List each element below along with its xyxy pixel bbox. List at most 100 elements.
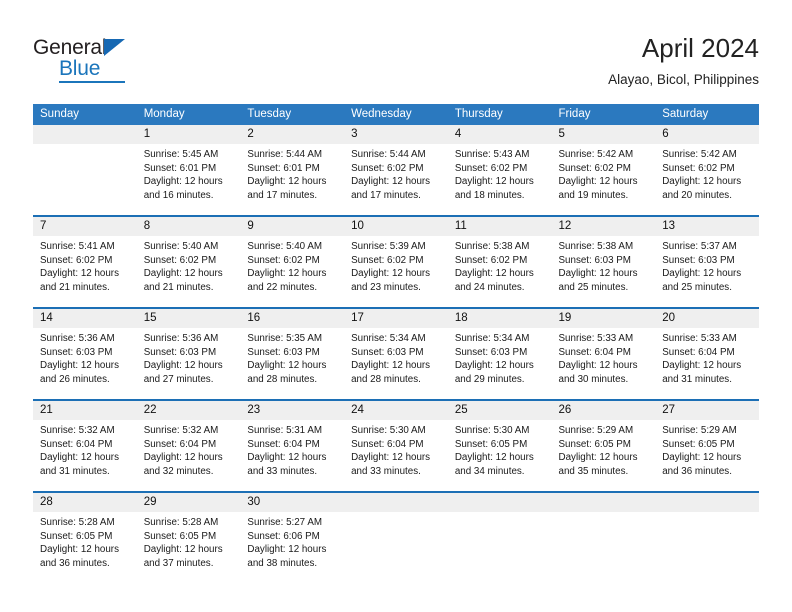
day-detail-line: Sunset: 6:04 PM <box>662 346 735 358</box>
day-cell[interactable]: Sunrise: 5:45 AM Sunset: 6:01 PM Daylight:… <box>137 144 241 212</box>
day-cell[interactable]: Sunrise: 5:30 AM Sunset: 6:04 PM Daylight:… <box>344 420 448 488</box>
day-detail-line: and 17 minutes. <box>247 189 318 201</box>
day-cell[interactable]: Sunrise: 5:28 AM Sunset: 6:05 PM Daylight:… <box>33 512 137 580</box>
day-detail-line: Daylight: 12 hours <box>143 452 223 464</box>
day-detail-line: Daylight: 12 hours <box>247 268 327 280</box>
day-number[interactable]: 5 <box>552 125 656 144</box>
day-number[interactable]: 23 <box>240 401 344 420</box>
day-number[interactable]: 3 <box>344 125 448 144</box>
day-detail-line: Sunrise: 5:36 AM <box>40 333 115 344</box>
day-number[interactable]: 18 <box>448 309 552 328</box>
day-cell[interactable]: Sunrise: 5:40 AM Sunset: 6:02 PM Daylight:… <box>137 236 241 304</box>
weekday-header-row: Sunday Monday Tuesday Wednesday Thursday… <box>33 104 759 125</box>
day-detail-line: and 24 minutes. <box>454 281 525 293</box>
day-number[interactable]: 20 <box>655 309 759 328</box>
day-cell[interactable]: Sunrise: 5:36 AM Sunset: 6:03 PM Daylight:… <box>33 328 137 396</box>
day-number[interactable]: 17 <box>344 309 448 328</box>
day-cell[interactable]: Sunrise: 5:33 AM Sunset: 6:04 PM Daylight:… <box>655 328 759 396</box>
day-number[interactable]: 28 <box>33 493 137 512</box>
day-detail-line: Sunset: 6:02 PM <box>40 254 113 266</box>
day-number[interactable]: 16 <box>240 309 344 328</box>
day-cell[interactable]: Sunrise: 5:38 AM Sunset: 6:03 PM Daylight:… <box>552 236 656 304</box>
day-cell[interactable]: Sunrise: 5:33 AM Sunset: 6:04 PM Daylight:… <box>552 328 656 396</box>
day-cell[interactable]: Sunrise: 5:40 AM Sunset: 6:02 PM Daylight:… <box>240 236 344 304</box>
day-detail-line: Daylight: 12 hours <box>662 268 742 280</box>
general-blue-logo: General Blue <box>33 36 163 83</box>
day-detail-line: Sunset: 6:04 PM <box>351 438 424 450</box>
day-number[interactable]: 8 <box>137 217 241 236</box>
day-cell[interactable]: Sunrise: 5:36 AM Sunset: 6:03 PM Daylight:… <box>137 328 241 396</box>
day-number[interactable]: 22 <box>137 401 241 420</box>
day-detail-line: Sunset: 6:04 PM <box>558 346 631 358</box>
day-number[interactable]: 10 <box>344 217 448 236</box>
week-spacer <box>33 580 759 583</box>
day-number[interactable]: 9 <box>240 217 344 236</box>
day-detail-line: and 22 minutes. <box>247 281 318 293</box>
day-detail-line: and 23 minutes. <box>351 281 421 293</box>
day-number[interactable]: 2 <box>240 125 344 144</box>
day-cell[interactable]: Sunrise: 5:30 AM Sunset: 6:05 PM Daylight:… <box>448 420 552 488</box>
day-number[interactable]: 26 <box>552 401 656 420</box>
day-detail-line: Sunset: 6:05 PM <box>558 438 631 450</box>
day-detail-line: Daylight: 12 hours <box>247 360 327 372</box>
day-number[interactable]: 27 <box>655 401 759 420</box>
day-detail-line: Sunset: 6:02 PM <box>351 254 424 266</box>
day-cell[interactable]: Sunrise: 5:39 AM Sunset: 6:02 PM Daylight:… <box>344 236 448 304</box>
day-number[interactable]: 24 <box>344 401 448 420</box>
day-number[interactable]: 14 <box>33 309 137 328</box>
day-number[interactable]: 11 <box>448 217 552 236</box>
day-cell[interactable]: Sunrise: 5:29 AM Sunset: 6:05 PM Daylight:… <box>552 420 656 488</box>
calendar-week-row: 1 2 3 4 5 6 Sunrise: 5:45 AM Sunset: 6:01 PM Day… <box>33 125 759 212</box>
day-number[interactable]: 29 <box>137 493 241 512</box>
day-number[interactable]: 1 <box>137 125 241 144</box>
day-detail-line: Daylight: 12 hours <box>558 176 638 188</box>
day-detail-line: Sunrise: 5:36 AM <box>143 333 219 344</box>
day-detail-line: Sunrise: 5:32 AM <box>40 425 115 436</box>
day-detail-line: Sunrise: 5:29 AM <box>662 425 737 436</box>
day-cell[interactable]: Sunrise: 5:35 AM Sunset: 6:03 PM Daylight:… <box>240 328 344 396</box>
day-cell[interactable]: Sunrise: 5:41 AM Sunset: 6:02 PM Daylight:… <box>33 236 137 304</box>
day-detail-line: Sunrise: 5:38 AM <box>454 241 530 252</box>
day-number[interactable]: 15 <box>137 309 241 328</box>
day-cell[interactable]: Sunrise: 5:37 AM Sunset: 6:03 PM Daylight:… <box>655 236 759 304</box>
day-cell[interactable]: Sunrise: 5:38 AM Sunset: 6:02 PM Daylight:… <box>448 236 552 304</box>
day-detail-line: Daylight: 12 hours <box>40 268 119 280</box>
day-cell[interactable]: Sunrise: 5:31 AM Sunset: 6:04 PM Daylight:… <box>240 420 344 488</box>
day-detail-line: Daylight: 12 hours <box>351 360 431 372</box>
day-detail-line: Sunset: 6:04 PM <box>247 438 320 450</box>
day-number[interactable]: 21 <box>33 401 137 420</box>
day-cell[interactable]: Sunrise: 5:44 AM Sunset: 6:02 PM Daylight:… <box>344 144 448 212</box>
day-detail-line: Sunset: 6:06 PM <box>247 530 320 542</box>
day-detail-line: Sunrise: 5:44 AM <box>351 149 426 160</box>
day-cell[interactable]: Sunrise: 5:42 AM Sunset: 6:02 PM Daylight:… <box>552 144 656 212</box>
day-detail-line: Sunset: 6:03 PM <box>662 254 735 266</box>
day-number[interactable]: 25 <box>448 401 552 420</box>
day-cell[interactable]: Sunrise: 5:27 AM Sunset: 6:06 PM Daylight:… <box>240 512 344 580</box>
day-number-band: 123456 <box>33 125 759 144</box>
day-number[interactable]: 12 <box>552 217 656 236</box>
day-cell[interactable]: Sunrise: 5:44 AM Sunset: 6:01 PM Daylight:… <box>240 144 344 212</box>
day-cell-empty <box>344 512 448 580</box>
day-number[interactable]: 19 <box>552 309 656 328</box>
day-cell[interactable]: Sunrise: 5:43 AM Sunset: 6:02 PM Daylight:… <box>448 144 552 212</box>
day-detail-line: and 25 minutes. <box>558 281 629 293</box>
day-cell[interactable]: Sunrise: 5:29 AM Sunset: 6:05 PM Daylight:… <box>655 420 759 488</box>
day-detail-line: Daylight: 12 hours <box>454 176 534 188</box>
day-cell[interactable]: Sunrise: 5:34 AM Sunset: 6:03 PM Daylight:… <box>448 328 552 396</box>
day-cell[interactable]: Sunrise: 5:32 AM Sunset: 6:04 PM Daylight:… <box>33 420 137 488</box>
day-number[interactable]: 6 <box>655 125 759 144</box>
day-detail-line: Daylight: 12 hours <box>351 452 431 464</box>
day-number[interactable]: 13 <box>655 217 759 236</box>
day-detail-line: Daylight: 12 hours <box>351 176 431 188</box>
day-detail-line: and 31 minutes. <box>662 373 732 385</box>
day-cell[interactable]: Sunrise: 5:28 AM Sunset: 6:05 PM Daylight:… <box>137 512 241 580</box>
day-detail-line: and 33 minutes. <box>351 465 421 477</box>
day-number[interactable]: 30 <box>240 493 344 512</box>
day-cell[interactable]: Sunrise: 5:34 AM Sunset: 6:03 PM Daylight:… <box>344 328 448 396</box>
day-cell[interactable]: Sunrise: 5:32 AM Sunset: 6:04 PM Daylight:… <box>137 420 241 488</box>
day-number[interactable]: 7 <box>33 217 137 236</box>
day-detail-line: Sunrise: 5:28 AM <box>143 517 219 528</box>
day-cell[interactable]: Sunrise: 5:42 AM Sunset: 6:02 PM Daylight:… <box>655 144 759 212</box>
day-detail-line: Sunrise: 5:29 AM <box>558 425 634 436</box>
day-number[interactable]: 4 <box>448 125 552 144</box>
